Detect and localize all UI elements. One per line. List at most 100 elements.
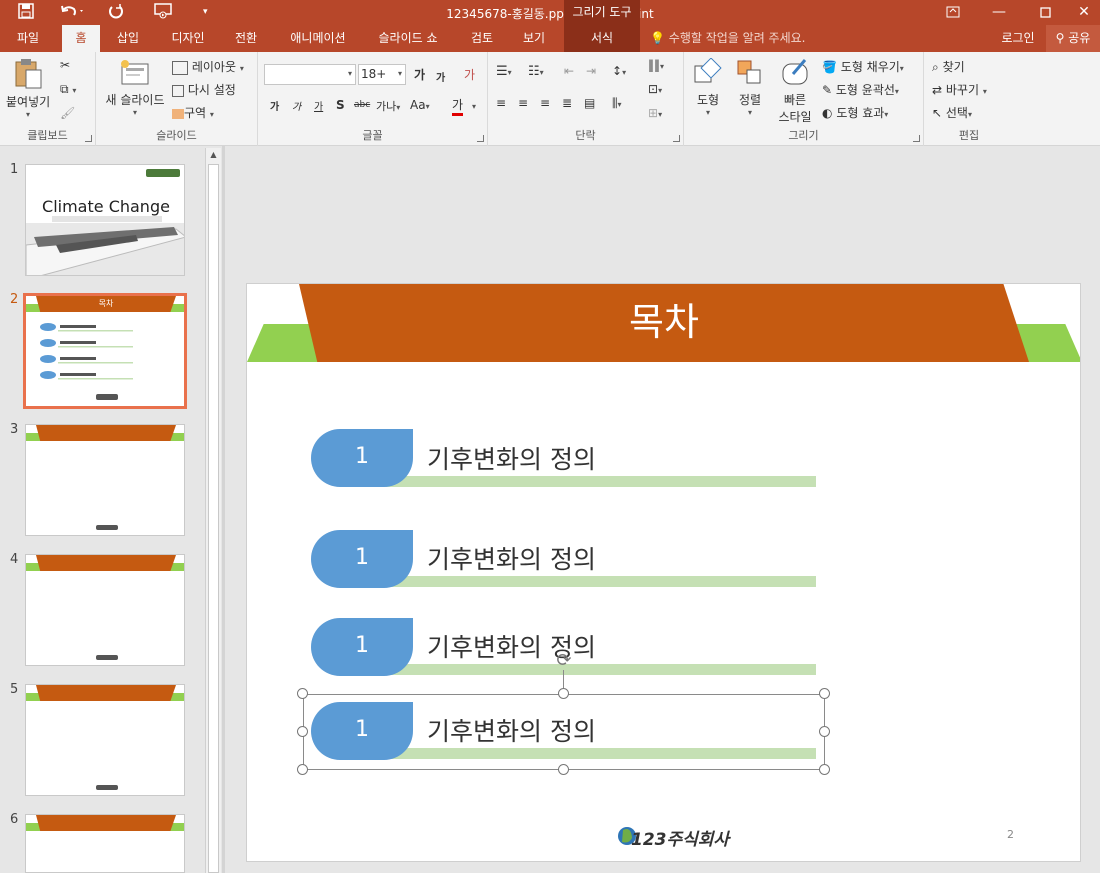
format-painter-icon[interactable]: 🖌 [60, 106, 75, 120]
align-text-icon[interactable]: ⊡▾ [648, 82, 662, 96]
section-button[interactable]: 구역 ▾ [172, 104, 214, 121]
layout-button[interactable]: 레이아웃 ▾ [172, 58, 244, 75]
scroll-thumb[interactable] [208, 164, 219, 873]
increase-indent-icon[interactable]: ⇥ [586, 64, 596, 78]
selection-box[interactable] [303, 694, 825, 770]
resize-handle-sw[interactable] [297, 764, 308, 775]
italic-button[interactable]: 가 [292, 98, 301, 113]
tab-file[interactable]: 파일 [6, 25, 50, 52]
reset-label: 다시 설정 [187, 83, 236, 97]
font-color-dropdown-icon[interactable]: ▾ [472, 98, 476, 112]
find-button[interactable]: ⌕ 찾기 [932, 58, 965, 75]
font-group-label: 글꼴 [362, 129, 383, 142]
slide-thumbnail-3[interactable] [25, 424, 185, 536]
share-button[interactable]: ⚲ 공유 [1046, 25, 1100, 52]
thumb-logo [96, 655, 118, 660]
shape-effects-button[interactable]: ◐ 도형 효과▾ [822, 104, 888, 121]
clear-formatting-button[interactable]: 가 [464, 66, 475, 83]
slide-thumbnail-6[interactable] [25, 814, 185, 873]
reset-icon [172, 84, 184, 97]
bold-button[interactable]: 가 [270, 98, 279, 113]
slide-title[interactable]: 목차 [299, 294, 1029, 350]
underline-button[interactable]: 가 [314, 98, 323, 113]
strikethrough-button[interactable]: abc [354, 100, 370, 110]
arrange-button[interactable]: 정렬 ▾ [732, 58, 768, 117]
paragraph-group-label: 단락 [575, 129, 596, 142]
thumb-banner [36, 815, 176, 831]
slide-thumbnail-4[interactable] [25, 554, 185, 666]
tab-format[interactable]: 서식 [564, 25, 640, 52]
numbering-icon[interactable]: ☷▾ [528, 64, 544, 79]
clipboard-launcher-icon[interactable] [85, 135, 92, 142]
copy-icon[interactable]: ⧉ ▾ [60, 82, 76, 97]
decrease-indent-icon[interactable]: ⇤ [564, 64, 574, 78]
line-spacing-icon[interactable]: ↕▾ [612, 64, 626, 78]
thumbnail-scrollbar[interactable]: ▲ [205, 148, 221, 873]
resize-handle-n[interactable] [558, 688, 569, 699]
resize-handle-e[interactable] [819, 726, 830, 737]
login-link[interactable]: 로그인 [994, 25, 1042, 52]
columns-icon[interactable]: ⫼▾ [612, 96, 622, 111]
thumb-number-6: 6 [10, 812, 19, 827]
minimize-icon[interactable]: — [976, 0, 1022, 25]
tab-animations[interactable]: 애니메이션 [280, 25, 356, 52]
cut-icon[interactable]: ✂ [60, 58, 70, 72]
shrink-font-button[interactable]: 가 [436, 69, 445, 84]
resize-handle-w[interactable] [297, 726, 308, 737]
replace-button[interactable]: ⇄ 바꾸기 ▾ [932, 81, 987, 98]
tell-me-box[interactable]: 💡 수행할 작업을 알려 주세요. [650, 25, 830, 52]
grow-font-button[interactable]: 가 [414, 66, 425, 83]
shape-outline-button[interactable]: ✎ 도형 윤곽선▾ [822, 81, 899, 98]
select-button[interactable]: ↖ 선택▾ [932, 104, 972, 121]
shadow-button[interactable]: S [336, 98, 345, 112]
font-color-button[interactable]: 가 [452, 96, 464, 116]
group-editing: ⌕ 찾기 ⇄ 바꾸기 ▾ ↖ 선택▾ 편집 [924, 52, 1014, 146]
pane-divider[interactable] [222, 146, 225, 873]
text-direction-icon[interactable]: ‖‖▾ [648, 58, 664, 72]
new-slide-button[interactable]: 새 슬라이드 ▾ [100, 58, 170, 117]
paste-button[interactable]: 붙여넣기 ▾ [6, 58, 50, 119]
resize-handle-se[interactable] [819, 764, 830, 775]
paragraph-launcher-icon[interactable] [673, 135, 680, 142]
font-name-input[interactable]: ▾ [264, 64, 356, 85]
resize-handle-nw[interactable] [297, 688, 308, 699]
resize-handle-ne[interactable] [819, 688, 830, 699]
drawing-launcher-icon[interactable] [913, 135, 920, 142]
scroll-up-arrow-icon[interactable]: ▲ [206, 148, 221, 162]
tab-slideshow[interactable]: 슬라이드 쇼 [366, 25, 450, 52]
reset-button[interactable]: 다시 설정 [172, 81, 236, 98]
page-number: 2 [1007, 828, 1014, 841]
tab-review[interactable]: 검토 [462, 25, 502, 52]
tab-home[interactable]: 홈 [62, 25, 100, 52]
maximize-icon[interactable] [1022, 0, 1068, 25]
close-icon[interactable]: ✕ [1068, 0, 1100, 25]
slide-thumbnail-5[interactable] [25, 684, 185, 796]
section-label: 구역 [184, 106, 207, 120]
tab-insert[interactable]: 삽입 [108, 25, 148, 52]
ribbon-display-options-icon[interactable] [930, 0, 976, 25]
smartart-icon[interactable]: ⊞▾ [648, 106, 662, 120]
font-size-input[interactable]: 18+ ▾ [358, 64, 406, 85]
align-center-icon[interactable]: ≡ [518, 96, 528, 110]
thumb-toc-items [40, 323, 133, 380]
tab-view[interactable]: 보기 [514, 25, 554, 52]
character-spacing-button[interactable]: 가나▾ [376, 98, 400, 114]
align-right-icon[interactable]: ≡ [540, 96, 550, 110]
slide-thumbnail-1[interactable]: Climate Change [25, 164, 185, 276]
shapes-button[interactable]: 도형 ▾ [690, 57, 726, 117]
shape-fill-button[interactable]: 🪣 도형 채우기▾ [822, 58, 904, 75]
bullets-icon[interactable]: ☰▾ [496, 64, 512, 79]
change-case-button[interactable]: Aa▾ [410, 98, 430, 112]
share-label: 공유 [1068, 31, 1091, 45]
align-left-icon[interactable]: ≡ [496, 96, 506, 110]
distributed-icon[interactable]: ▤ [584, 96, 595, 110]
justify-icon[interactable]: ≣ [562, 96, 572, 110]
resize-handle-s[interactable] [558, 764, 569, 775]
tab-transitions[interactable]: 전환 [226, 25, 266, 52]
tab-design[interactable]: 디자인 [162, 25, 214, 52]
quick-styles-button[interactable]: 빠른 스타일 [772, 58, 818, 125]
slide-canvas[interactable]: 목차 1 기후변화의 정의 1 기후변화의 정의 1 기후변화의 정의 1 기후… [246, 283, 1081, 862]
rotate-handle-icon[interactable]: ⟳ [553, 650, 575, 672]
font-launcher-icon[interactable] [477, 135, 484, 142]
slide-thumbnail-2[interactable]: 목차 [23, 293, 187, 409]
